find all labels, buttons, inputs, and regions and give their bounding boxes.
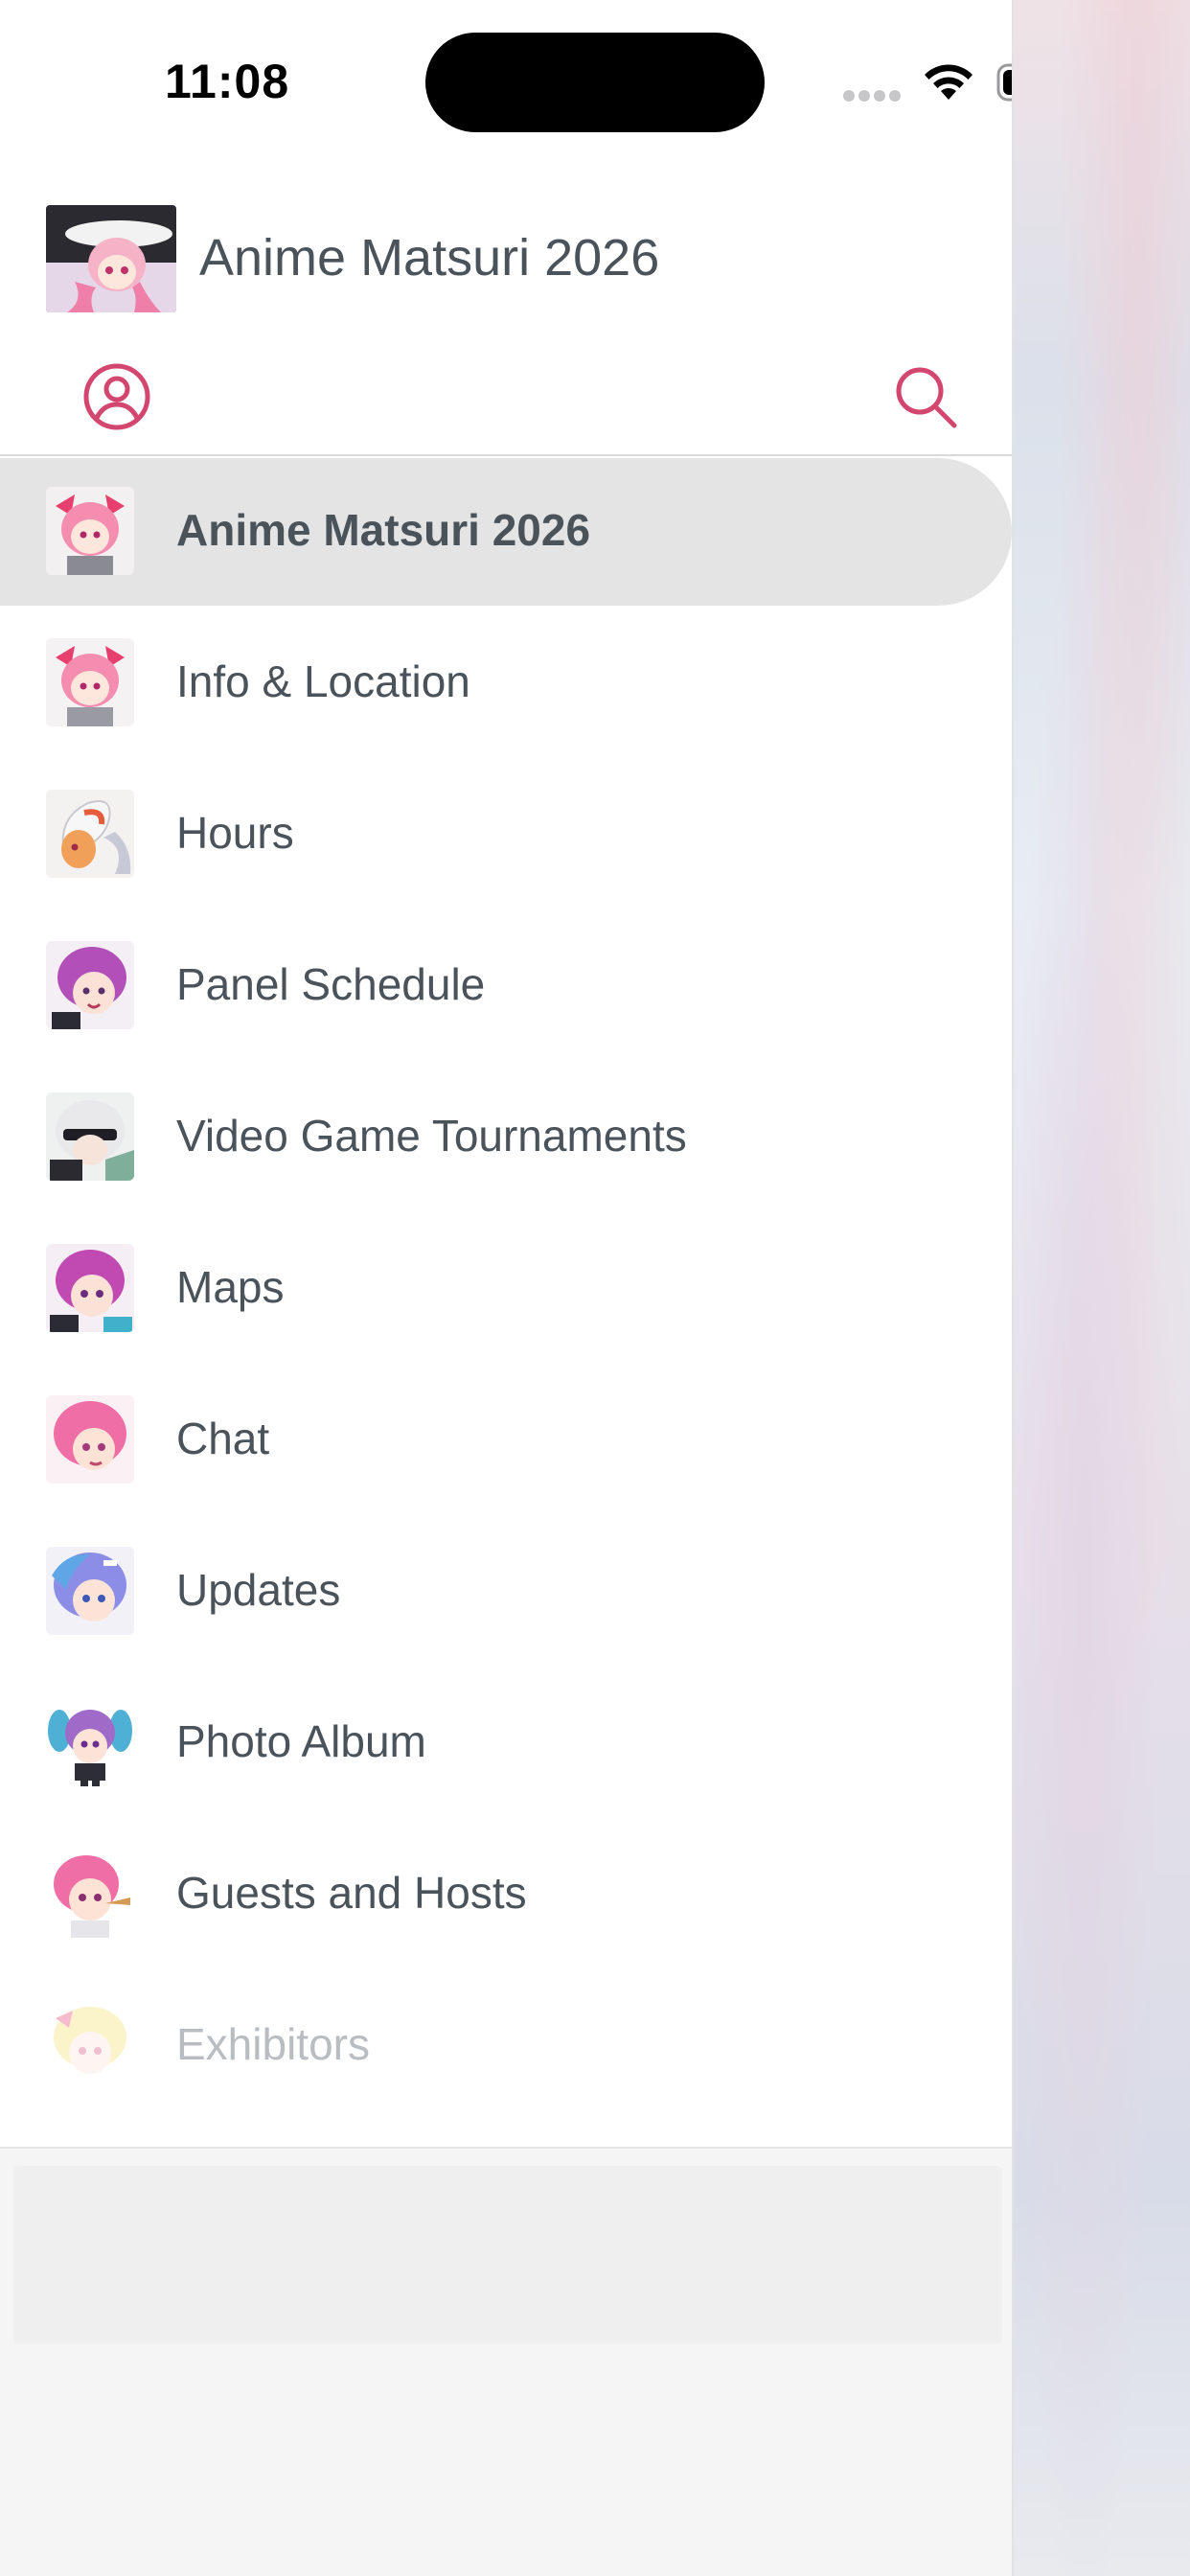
menu-item-chat[interactable]: Chat: [0, 1365, 1012, 1516]
menu-item-updates[interactable]: Updates: [0, 1516, 1012, 1668]
dynamic-island: [425, 33, 765, 132]
menu-label: Anime Matsuri 2026: [176, 505, 591, 555]
search-icon[interactable]: [891, 362, 960, 431]
menu-item-info-location[interactable]: Info & Location: [0, 608, 1012, 759]
mascot-avatar: [46, 1395, 134, 1484]
mascot-avatar: [46, 2001, 134, 2089]
user-circle-icon[interactable]: [82, 362, 151, 431]
mascot-avatar: [46, 790, 134, 878]
mascot-avatar: [46, 487, 134, 575]
wifi-icon: [922, 61, 975, 104]
menu-item-panel-schedule[interactable]: Panel Schedule: [0, 910, 1012, 1062]
mascot-avatar: [46, 1244, 134, 1332]
menu-label: Panel Schedule: [176, 959, 486, 1009]
menu-item-guests-hosts[interactable]: Guests and Hosts: [0, 1819, 1012, 1970]
menu-label: Photo Album: [176, 1716, 426, 1766]
menu-item-anime-matsuri[interactable]: Anime Matsuri 2026: [0, 456, 1012, 608]
menu-label: Chat: [176, 1414, 270, 1463]
footer-panel: [13, 2166, 1002, 2344]
background-content[interactable]: [1014, 0, 1190, 2576]
menu-item-exhibitors[interactable]: Exhibitors: [0, 1970, 1012, 2122]
app-logo: [46, 205, 176, 312]
menu-item-maps[interactable]: Maps: [0, 1213, 1012, 1365]
mascot-avatar: [46, 1092, 134, 1181]
menu-label: Info & Location: [176, 656, 470, 706]
menu-item-video-game-tournaments[interactable]: Video Game Tournaments: [0, 1062, 1012, 1213]
menu-item-photo-album[interactable]: Photo Album: [0, 1668, 1012, 1819]
menu-list: Anime Matsuri 2026 Info & Location Hours…: [0, 456, 1012, 2122]
mascot-avatar: [46, 638, 134, 726]
mascot-avatar: [46, 941, 134, 1029]
battery-icon: [996, 63, 1012, 102]
navigation-drawer: 11:08 Anime Matsuri 2026 Anime Matsuri 2…: [0, 0, 1014, 2576]
drawer-footer: [0, 2147, 1012, 2576]
menu-label: Maps: [176, 1262, 285, 1312]
mascot-avatar: [46, 1698, 134, 1786]
menu-label: Video Game Tournaments: [176, 1111, 687, 1161]
app-title: Anime Matsuri 2026: [199, 229, 660, 287]
menu-label: Exhibitors: [176, 2019, 370, 2069]
cellular-signal-icon: [843, 89, 906, 102]
menu-label: Guests and Hosts: [176, 1868, 527, 1918]
mascot-avatar: [46, 1850, 134, 1938]
menu-label: Hours: [176, 808, 294, 858]
menu-label: Updates: [176, 1565, 341, 1615]
menu-item-hours[interactable]: Hours: [0, 759, 1012, 910]
status-time: 11:08: [165, 55, 290, 108]
mascot-avatar: [46, 1547, 134, 1635]
